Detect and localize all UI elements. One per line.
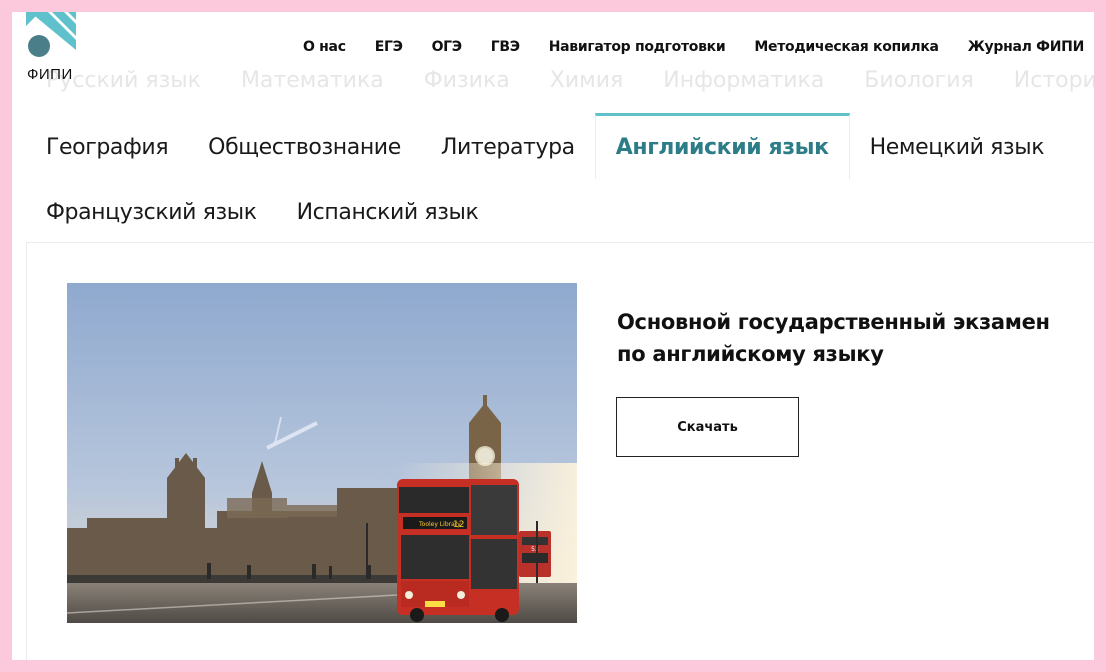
nav-gve[interactable]: ГВЭ: [491, 39, 520, 55]
nav-journal[interactable]: Журнал ФИПИ: [968, 39, 1085, 55]
exam-title-line: Основной государственный экзамен: [617, 310, 1050, 334]
exam-title: Основной государственный экзамен по англ…: [617, 306, 1077, 370]
download-button[interactable]: Скачать: [616, 397, 799, 457]
nav-oge[interactable]: ОГЭ: [432, 39, 463, 55]
tab-spanish[interactable]: Испанский язык: [277, 180, 499, 244]
faded-subject[interactable]: История: [1014, 68, 1094, 93]
faded-subject[interactable]: Биология: [864, 68, 973, 93]
nav-ege[interactable]: ЕГЭ: [375, 39, 403, 55]
nav-methodical[interactable]: Методическая копилка: [754, 39, 939, 55]
subject-tabs: География Обществознание Литература Англ…: [46, 113, 1086, 244]
london-westminster-bus-photo-icon: 53 Tooley Library 12: [67, 283, 577, 623]
tab-german[interactable]: Немецкий язык: [850, 114, 1064, 180]
faded-subject[interactable]: Химия: [550, 68, 624, 93]
fipi-logo-icon: [26, 12, 76, 60]
tab-literature[interactable]: Литература: [421, 114, 595, 180]
content-border: [26, 242, 27, 660]
fipi-logo[interactable]: ФИПИ: [26, 12, 78, 84]
subject-tab-row: Французский язык Испанский язык: [46, 180, 1086, 244]
exam-title-line: по английскому языку: [617, 342, 884, 366]
faded-subject[interactable]: Математика: [241, 68, 384, 93]
content-divider: [26, 242, 1094, 243]
tab-geography[interactable]: География: [46, 114, 188, 180]
tab-english[interactable]: Английский язык: [594, 113, 850, 179]
nav-about[interactable]: О нас: [303, 39, 346, 55]
logo-text: ФИПИ: [27, 66, 73, 83]
faded-subject[interactable]: Информатика: [663, 68, 824, 93]
subject-tab-row: География Обществознание Литература Англ…: [46, 113, 1086, 180]
faded-subject-row: Русский язык Математика Физика Химия Инф…: [46, 68, 1094, 93]
bus-number: 12: [453, 520, 464, 530]
top-navigation: О нас ЕГЭ ОГЭ ГВЭ Навигатор подготовки М…: [303, 39, 1084, 55]
tab-french[interactable]: Французский язык: [46, 180, 277, 244]
faded-subject[interactable]: Физика: [424, 68, 510, 93]
tab-social-studies[interactable]: Обществознание: [188, 114, 421, 180]
nav-navigator[interactable]: Навигатор подготовки: [549, 39, 726, 55]
page-frame: ФИПИ Русский язык Математика Физика Хими…: [12, 12, 1094, 660]
exam-cover-photo: 53 Tooley Library 12: [67, 283, 577, 623]
